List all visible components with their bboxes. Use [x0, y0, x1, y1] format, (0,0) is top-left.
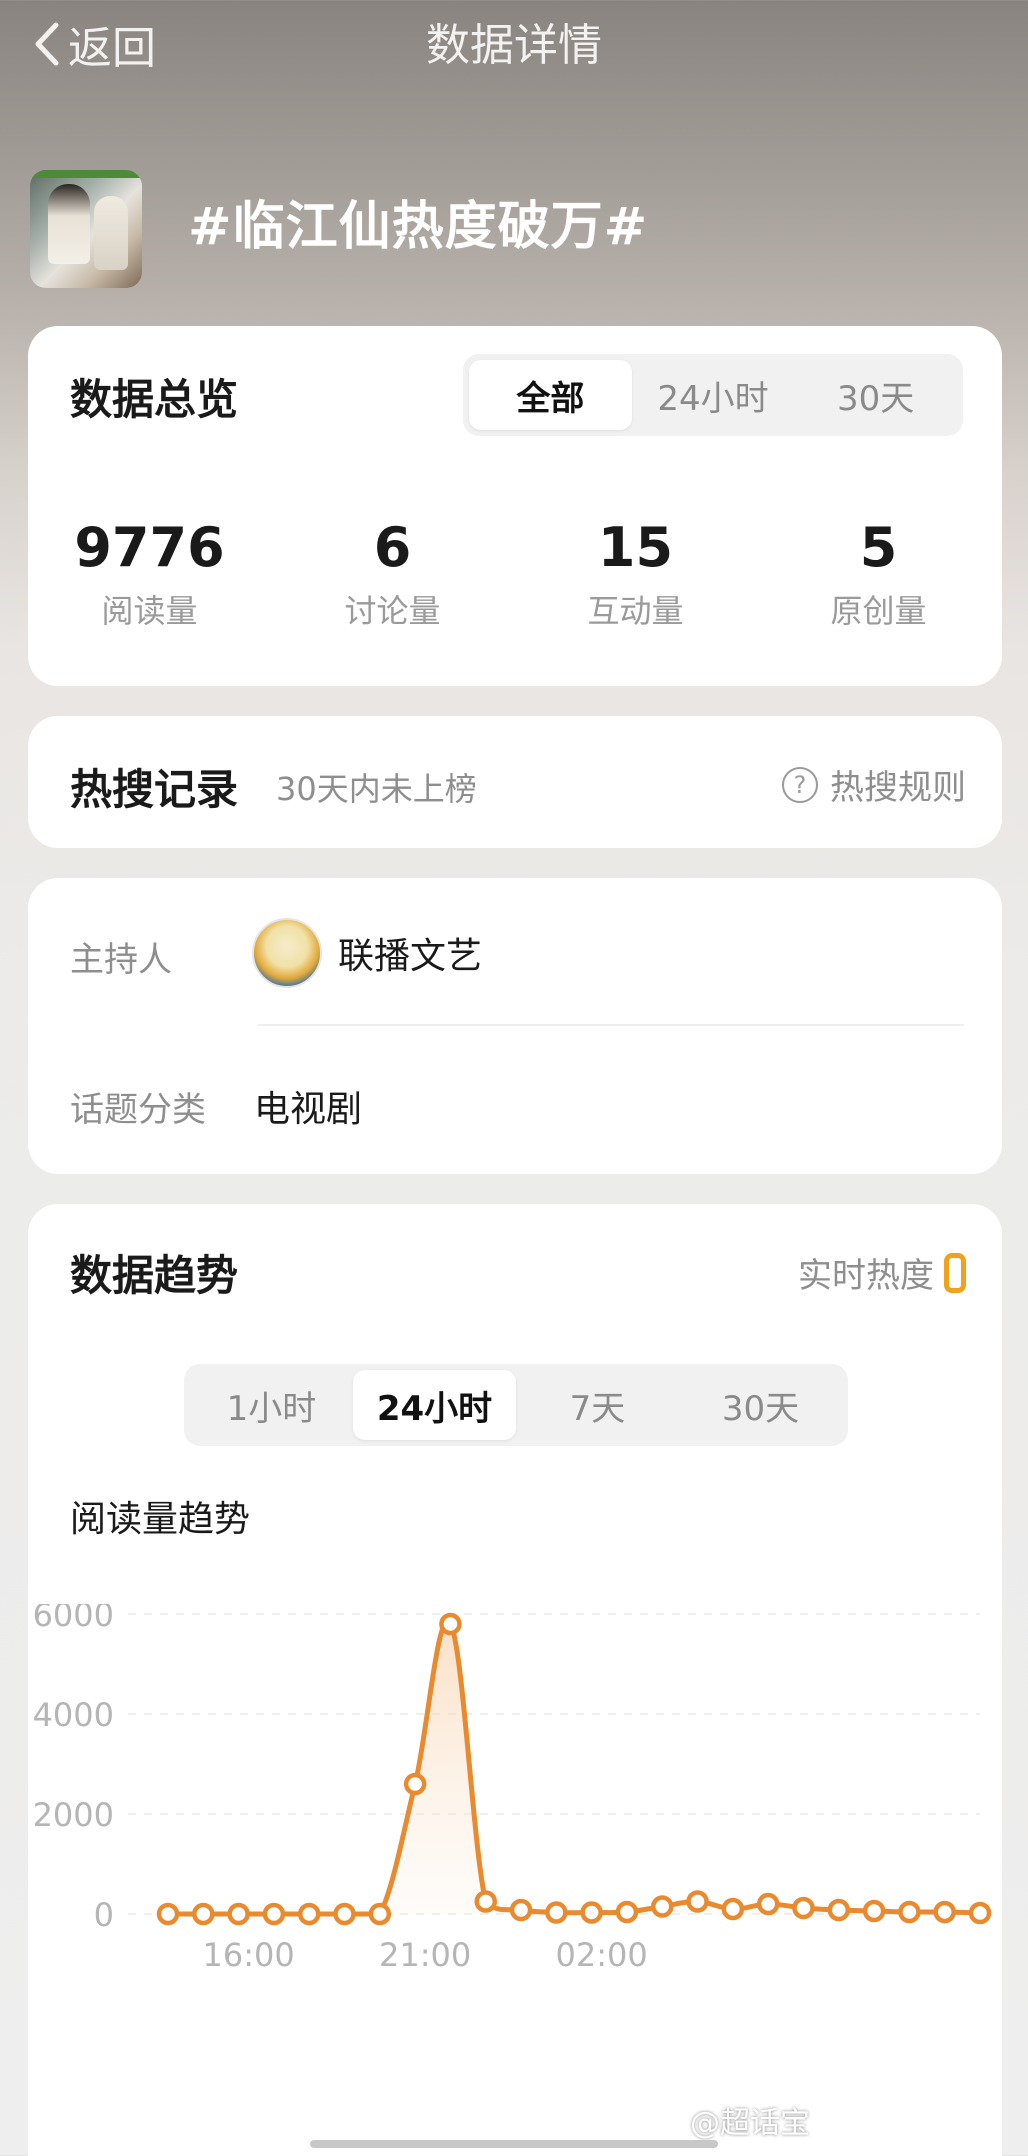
y-tick-label: 4000: [33, 1696, 114, 1734]
topic-info-card: 主持人 联播文艺 话题分类 电视剧: [28, 878, 1002, 1174]
stat-value: 6: [373, 516, 412, 579]
trend-tab-7d[interactable]: 7天: [516, 1370, 679, 1440]
data-point[interactable]: [756, 1892, 780, 1916]
overview-title: 数据总览: [70, 375, 239, 424]
host-name: 联播文艺: [338, 936, 483, 977]
chart-title: 阅读量趋势: [70, 1499, 251, 1540]
question-icon: ?: [782, 766, 818, 803]
data-point[interactable]: [156, 1902, 180, 1926]
overview-tab-30d[interactable]: 30天: [794, 360, 957, 430]
realtime-indicator-icon: [944, 1252, 966, 1293]
data-point[interactable]: [933, 1900, 956, 1924]
category-label: 话题分类: [70, 1090, 206, 1130]
trend-tab-1h[interactable]: 1小时: [190, 1370, 353, 1440]
trend-tab-24h[interactable]: 24小时: [353, 1370, 516, 1440]
hot-search-status: 30天内未上榜: [276, 770, 477, 808]
x-tick-label: 16:00: [202, 1936, 294, 1974]
x-tick-label: 02:00: [556, 1936, 648, 1974]
category-value: 电视剧: [254, 1089, 363, 1130]
data-point[interactable]: [792, 1896, 815, 1920]
data-point[interactable]: [721, 1897, 745, 1921]
overview-tab-all[interactable]: 全部: [469, 360, 632, 430]
data-point[interactable]: [827, 1898, 851, 1922]
trend-title: 数据趋势: [70, 1251, 239, 1300]
stat-label: 讨论量: [344, 592, 441, 630]
divider: [258, 1024, 964, 1026]
stat-reads: 9776 阅读量: [28, 516, 271, 632]
series-line: [168, 1619, 981, 1917]
data-point[interactable]: [474, 1890, 497, 1913]
y-tick-label: 2000: [33, 1796, 114, 1834]
data-point[interactable]: [615, 1900, 639, 1924]
data-point[interactable]: [192, 1902, 215, 1926]
page-title: 数据详情: [426, 20, 602, 71]
topic-title: #临江仙热度破万#: [188, 197, 649, 257]
y-tick-label: 6000: [33, 1604, 114, 1634]
realtime-label: 实时热度: [798, 1256, 934, 1296]
data-point[interactable]: [227, 1902, 250, 1926]
data-point[interactable]: [368, 1902, 392, 1926]
trend-range-tabs: 1小时 24小时 7天 30天: [184, 1364, 848, 1446]
host-label: 主持人: [70, 940, 172, 980]
host-link[interactable]: 联播文艺: [252, 918, 482, 988]
stat-discussions: 6 讨论量: [271, 516, 514, 632]
data-point[interactable]: [297, 1902, 321, 1926]
stat-label: 阅读量: [101, 592, 198, 630]
stat-value: 15: [597, 516, 674, 579]
data-point[interactable]: [333, 1902, 356, 1926]
hot-search-card: 热搜记录 30天内未上榜 ? 热搜规则: [28, 716, 1002, 848]
hot-search-rule-label: 热搜规则: [830, 768, 966, 808]
stat-value: 5: [859, 516, 898, 579]
host-avatar: [252, 918, 322, 988]
stat-originals: 5 原创量: [757, 516, 1000, 632]
trend-tab-30d[interactable]: 30天: [679, 1370, 842, 1440]
data-point[interactable]: [545, 1901, 568, 1924]
realtime-heat: 实时热度: [798, 1248, 966, 1297]
data-point[interactable]: [862, 1899, 886, 1923]
stat-label: 原创量: [830, 592, 927, 630]
trend-card: 数据趋势 实时热度 1小时 24小时 7天 30天 阅读量趋势 0 2000 400…: [28, 1204, 1002, 2156]
data-point[interactable]: [580, 1901, 603, 1924]
stat-label: 互动量: [587, 592, 684, 630]
overview-card: 数据总览 全部 24小时 30天 9776 阅读量 6 讨论量 15 互动量 5…: [28, 326, 1002, 686]
y-tick-label: 0: [94, 1896, 114, 1934]
read-trend-chart: 0 2000 4000 6000 16:00 21:00 02:00: [33, 1604, 992, 1974]
data-point[interactable]: [686, 1890, 709, 1913]
data-point[interactable]: [439, 1612, 462, 1636]
overview-range-tabs: 全部 24小时 30天: [463, 354, 963, 436]
overview-tab-24h[interactable]: 24小时: [632, 360, 795, 430]
hot-search-title: 热搜记录: [70, 765, 239, 814]
series-area: [168, 1621, 980, 1914]
watermark: @超话宝: [690, 2106, 810, 2141]
hot-search-rule-link[interactable]: ? 热搜规则: [782, 760, 966, 809]
data-point[interactable]: [262, 1902, 286, 1926]
x-tick-label: 21:00: [379, 1936, 471, 1974]
data-point[interactable]: [509, 1898, 533, 1922]
stat-value: 9776: [74, 516, 225, 579]
overview-stats: 9776 阅读量 6 讨论量 15 互动量 5 原创量: [28, 516, 1002, 632]
topic-cover-image: [30, 170, 142, 288]
stat-interactions: 15 互动量: [514, 516, 757, 632]
home-indicator: [310, 2140, 718, 2148]
data-point[interactable]: [403, 1772, 427, 1796]
data-point[interactable]: [968, 1901, 992, 1925]
data-point[interactable]: [898, 1900, 921, 1924]
data-point[interactable]: [651, 1895, 674, 1918]
